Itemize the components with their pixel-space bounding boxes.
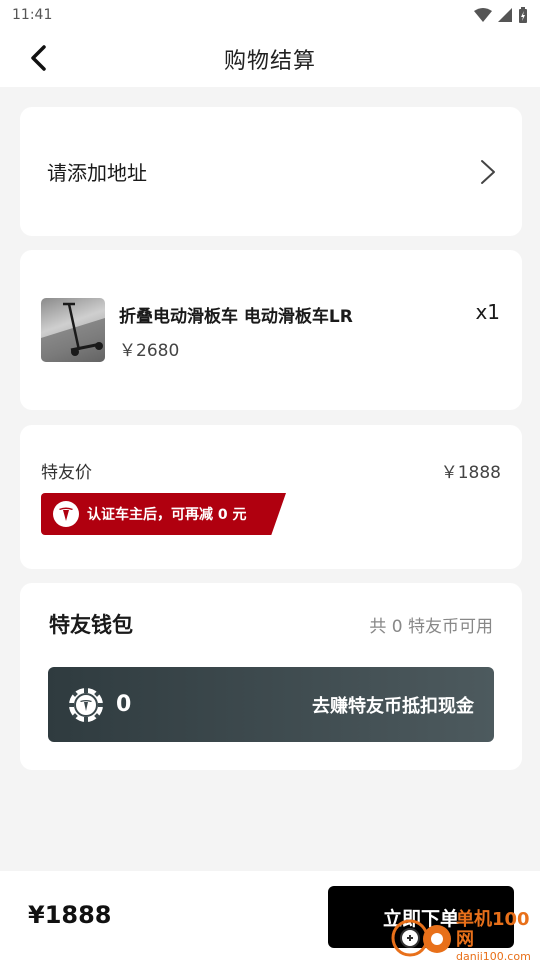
- watermark-logo-icon: [388, 912, 454, 960]
- page-title: 购物结算: [223, 48, 316, 74]
- member-price-value: ￥1888: [440, 463, 501, 483]
- order-total: ¥1888: [28, 901, 112, 929]
- wifi-icon: [474, 8, 492, 22]
- add-address-row[interactable]: 请添加地址: [20, 107, 522, 236]
- chevron-right-icon: [481, 159, 495, 184]
- verify-owner-text: 认证车主后，可再减 0 元: [87, 507, 247, 523]
- chevron-left-icon: [31, 45, 46, 71]
- product-price: ￥2680: [119, 341, 180, 361]
- product-quantity: x1: [475, 300, 500, 324]
- verify-owner-badge[interactable]: 认证车主后，可再减 0 元: [41, 493, 286, 535]
- site-watermark: 单机100网 danji100.com: [388, 908, 538, 960]
- wallet-card: 特友钱包 共 0 特友币可用 0 去赚特友币抵扣现金: [20, 583, 522, 770]
- status-time: 11:41: [12, 7, 53, 23]
- add-address-label: 请添加地址: [47, 161, 147, 185]
- status-bar: 11:41: [0, 0, 540, 30]
- watermark-en: danji100.com: [456, 949, 531, 960]
- coin-count: 0: [116, 692, 132, 717]
- member-price-card: 特友价 ￥1888 认证车主后，可再减 0 元: [20, 425, 522, 569]
- tesla-logo-icon: [53, 501, 79, 527]
- watermark-cn: 单机100网: [456, 908, 530, 950]
- status-icons: [474, 7, 528, 23]
- product-name: 折叠电动滑板车 电动滑板车LR: [119, 307, 353, 327]
- wallet-title: 特友钱包: [49, 613, 133, 637]
- coin-icon: [69, 687, 103, 722]
- signal-icon: [498, 8, 512, 22]
- battery-icon: [519, 7, 527, 23]
- scooter-icon: [41, 302, 105, 362]
- wallet-available-coins: 共 0 特友币可用: [369, 617, 493, 637]
- member-price-label: 特友价: [41, 463, 92, 483]
- back-button[interactable]: [24, 44, 52, 72]
- earn-coins-bar[interactable]: 0 去赚特友币抵扣现金: [48, 667, 494, 742]
- product-card: 折叠电动滑板车 电动滑板车LR x1 ￥2680: [20, 250, 522, 410]
- app-header: 购物结算: [0, 30, 540, 87]
- product-image[interactable]: [41, 298, 105, 362]
- earn-coins-link[interactable]: 去赚特友币抵扣现金: [312, 692, 474, 718]
